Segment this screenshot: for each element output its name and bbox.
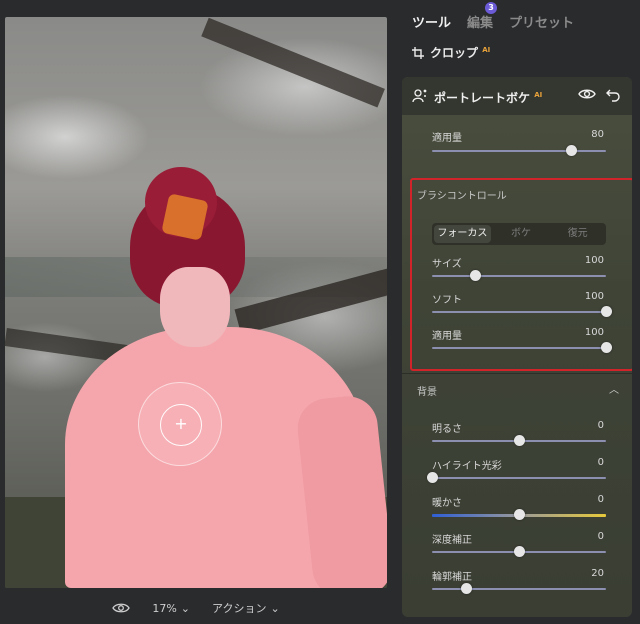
brush-value: 100: [584, 291, 604, 302]
chevron-down-icon: ⌄: [270, 601, 280, 615]
plus-icon: +: [174, 414, 188, 433]
brush-label: サイズ: [432, 259, 462, 270]
bg-slider-track[interactable]: [432, 477, 606, 479]
bg-value: 0: [597, 420, 604, 431]
bg-label: 輪郭補正: [432, 572, 472, 583]
tab-presets[interactable]: プリセット: [509, 12, 574, 31]
photo-branch: [201, 17, 385, 108]
bg-slider-thumb[interactable]: [426, 472, 438, 483]
bg-label: 暖かさ: [432, 498, 462, 509]
photo-canvas[interactable]: +: [5, 17, 387, 588]
brush-slider-thumb[interactable]: [470, 270, 481, 281]
chevron-down-icon: ⌄: [180, 601, 190, 615]
bg-label: 深度補正: [432, 535, 472, 546]
amount-slider-track[interactable]: [432, 150, 606, 152]
divider: [402, 373, 632, 374]
amount-slider-thumb[interactable]: [565, 145, 577, 156]
brush-cursor[interactable]: +: [138, 382, 222, 466]
eye-icon: [112, 603, 131, 613]
portrait-bokeh-title: ポートレートボケ: [434, 91, 531, 105]
brush-cursor-inner: +: [160, 404, 202, 446]
portrait-bokeh-card: ポートレートボケ AI 適用量 80 ブラシコントロール フォーカス ボケ 復元…: [402, 77, 632, 617]
chevron-up-icon[interactable]: ︿: [609, 381, 619, 396]
bg-value: 20: [591, 568, 604, 579]
actions-dropdown[interactable]: アクション ⌄: [212, 600, 280, 616]
portrait-bokeh-header[interactable]: ポートレートボケ AI: [402, 77, 632, 115]
ai-tag: AI: [482, 46, 491, 54]
undo-icon[interactable]: [606, 88, 620, 102]
background-section-title: 背景: [417, 387, 437, 398]
panel-tabs: ツール 編集 3 プリセット: [412, 2, 574, 31]
brush-value: 100: [584, 327, 604, 338]
edit-count-badge: 3: [485, 2, 498, 14]
brush-control-title: ブラシコントロール: [417, 191, 507, 202]
brush-label: 適用量: [432, 331, 462, 342]
brush-slider-thumb[interactable]: [600, 342, 612, 353]
brush-slider-track[interactable]: [432, 311, 606, 313]
mode-restore[interactable]: 復元: [549, 223, 606, 245]
crop-tool[interactable]: クロップ AI: [412, 44, 490, 61]
bg-value: 0: [597, 457, 604, 468]
brush-value: 100: [584, 255, 604, 266]
crop-icon: [412, 46, 424, 59]
bg-slider-thumb[interactable]: [513, 546, 525, 557]
crop-label: クロップ: [430, 46, 479, 60]
actions-label: アクション: [212, 602, 267, 615]
right-panel: ツール 編集 3 プリセット クロップ AI ポートレートボケ AI 適用量 8…: [392, 0, 640, 624]
canvas-area: + 17% ⌄ アクション ⌄: [0, 0, 392, 624]
tab-edit-label: 編集: [467, 16, 494, 31]
bg-slider-thumb[interactable]: [461, 583, 473, 594]
subject-hair-ornament: [161, 193, 209, 241]
amount-value: 80: [591, 129, 604, 140]
tab-edit[interactable]: 編集 3: [467, 2, 498, 31]
bg-value: 0: [597, 494, 604, 505]
brush-slider-track[interactable]: [432, 347, 606, 349]
zoom-dropdown[interactable]: 17% ⌄: [152, 602, 190, 615]
brush-slider-track[interactable]: [432, 275, 606, 277]
bg-slider-track[interactable]: [432, 588, 606, 590]
bg-slider-thumb[interactable]: [513, 435, 525, 446]
mode-bokeh[interactable]: ボケ: [493, 223, 550, 245]
portrait-icon: [412, 89, 427, 103]
brush-slider-thumb[interactable]: [600, 306, 612, 317]
bg-slider-thumb[interactable]: [513, 509, 525, 520]
brush-mode-selector: フォーカス ボケ 復元: [432, 223, 606, 245]
mode-focus[interactable]: フォーカス: [434, 225, 491, 243]
amount-label: 適用量: [432, 133, 462, 144]
eye-icon[interactable]: [578, 88, 596, 100]
bg-label: ハイライト光彩: [432, 461, 502, 472]
tab-tools[interactable]: ツール: [412, 12, 451, 31]
bottom-toolbar: 17% ⌄ アクション ⌄: [0, 596, 392, 620]
zoom-level: 17%: [152, 601, 177, 615]
subject-face: [160, 267, 230, 347]
ai-tag: AI: [534, 91, 543, 99]
bg-value: 0: [597, 531, 604, 542]
brush-label: ソフト: [432, 295, 462, 306]
bg-label: 明るさ: [432, 424, 462, 435]
preview-toggle[interactable]: [112, 602, 131, 614]
